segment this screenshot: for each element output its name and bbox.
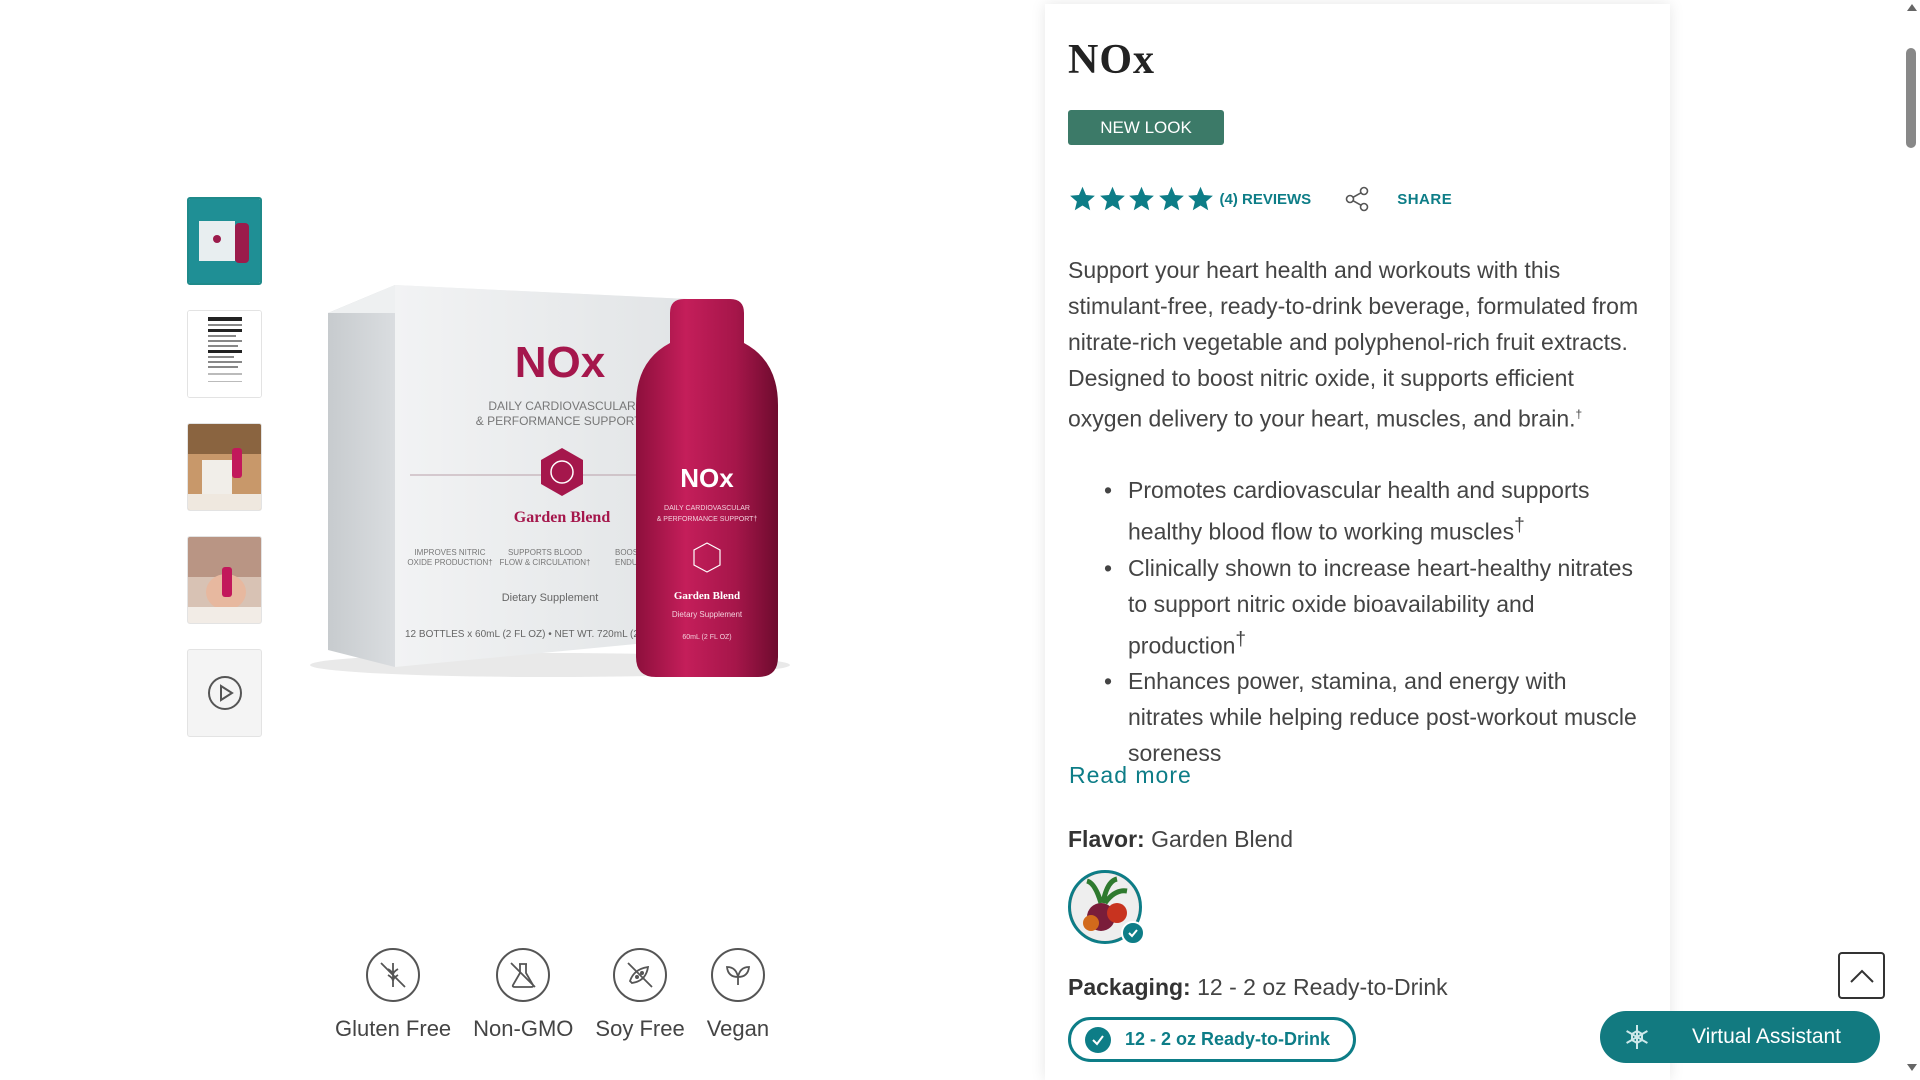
scroll-to-top-button[interactable] [1838,952,1885,999]
thumbnail-product-box[interactable] [187,197,262,285]
star-icon [1158,186,1184,211]
packaging-row: Packaging: 12 - 2 oz Ready-to-Drink [1068,974,1448,1001]
star-icon [1070,186,1095,211]
benefit-text: Enhances power, stamina, and energy with… [1128,668,1637,767]
badge-label: Non-GMO [473,1016,574,1041]
play-icon [207,676,242,710]
thumbnail-lifestyle-1[interactable] [187,423,262,511]
badge-gluten-free: Gluten Free [335,948,451,1042]
bottle-subtitle-1: DAILY CARDIOVASCULAR [664,505,750,512]
chevron-up-icon [1849,969,1874,983]
bottle-volume: 60mL (2 FL OZ) [682,634,731,641]
benefit-item: Clinically shown to increase heart-healt… [1068,550,1648,664]
dagger: † [1235,628,1247,650]
flavor-label: Flavor: [1068,826,1145,852]
gluten-free-icon [366,948,421,1002]
page-scrollbar[interactable] [1902,0,1920,1080]
box-subtitle-2: & PERFORMANCE SUPPORT† [476,414,648,428]
check-icon [1085,1026,1111,1053]
packaging-option-button[interactable]: 12 - 2 oz Ready-to-Drink [1068,1017,1356,1062]
thumbnail-video[interactable] [187,649,262,737]
star-icon [1129,186,1154,211]
box-claim-1a: IMPROVES NITRIC [414,548,485,557]
reviews-link[interactable]: (4) REVIEWS [1220,191,1312,208]
box-side [328,285,395,667]
box-brand: NOx [515,338,606,387]
product-box-thumb-image [189,199,260,283]
badge-non-gmo: Non-GMO [473,948,573,1042]
box-claim-2b: FLOW & CIRCULATION† [500,558,591,567]
thumbnail-list [187,197,262,762]
benefit-list: Promotes cardiovascular health and suppo… [1068,472,1648,771]
star-icon [1188,186,1213,211]
lifestyle-thumb-1-image [188,424,261,510]
read-more-link[interactable]: Read more [1069,762,1192,789]
new-look-badge: NEW LOOK [1068,110,1224,145]
box-claim-2a: SUPPORTS BLOOD [508,548,582,557]
star-rating[interactable] [1068,185,1216,213]
badge-label: Gluten Free [335,1016,452,1041]
benefit-item: Promotes cardiovascular health and suppo… [1068,472,1648,550]
product-main-image: NOx DAILY CARDIOVASCULAR & PERFORMANCE S… [310,285,790,677]
bottle-supplement: Dietary Supplement [672,610,743,619]
dagger: † [1514,515,1525,536]
dietary-badges: Gluten Free Non-GMO Soy Free Vegan [335,948,791,1042]
soy-free-icon [613,948,668,1002]
vegan-icon [710,948,765,1002]
scrollbar-thumb[interactable] [1906,48,1916,148]
box-claim-1b: OXIDE PRODUCTION† [407,558,492,567]
rating-row: (4) REVIEWS SHARE [1068,184,1452,214]
badge-soy-free: Soy Free [595,948,685,1042]
star-icon [1099,186,1125,211]
assistant-snowflake-icon [1626,1025,1648,1049]
benefit-text: Clinically shown to increase heart-healt… [1128,554,1633,659]
badge-vegan: Vegan [707,948,769,1042]
box-supplement: Dietary Supplement [502,592,599,604]
box-subtitle-1: DAILY CARDIOVASCULAR [488,399,636,413]
bottle-brand: NOx [680,463,734,493]
product-title: NOx [1068,37,1155,83]
share-link[interactable]: SHARE [1397,191,1452,208]
thumbnail-lifestyle-2[interactable] [187,536,262,624]
product-description: Support your heart health and workouts w… [1068,252,1648,437]
badge-label: Vegan [706,1016,770,1041]
virtual-assistant-label: Virtual Assistant [1692,1025,1842,1048]
badge-label: Soy Free [595,1016,685,1041]
flavor-value: Garden Blend [1151,826,1294,852]
thumbnail-nutrition-facts[interactable] [187,310,262,398]
non-gmo-icon [496,948,551,1002]
dagger: † [1575,407,1583,421]
description-text: Support your heart health and workouts w… [1068,257,1639,432]
packaging-option-label: 12 - 2 oz Ready-to-Drink [1125,1029,1331,1049]
nutrition-facts-thumb-image [188,311,261,397]
bottle-flavor: Garden Blend [674,590,740,602]
scroll-up-arrow-icon[interactable] [1907,4,1917,11]
product-details-panel: NOx NEW LOOK (4) REVIEWS SHARE Support y… [1045,4,1670,1080]
benefit-item: Enhances power, stamina, and energy with… [1068,663,1648,771]
scroll-down-arrow-icon[interactable] [1907,1064,1917,1071]
lifestyle-thumb-2-image [188,537,261,623]
selected-check-icon [1121,921,1145,945]
share-icon[interactable] [1343,185,1371,213]
bottle-subtitle-2: & PERFORMANCE SUPPORT† [657,516,758,523]
virtual-assistant-button[interactable]: Virtual Assistant [1600,1011,1880,1063]
flavor-row: Flavor: Garden Blend [1068,826,1293,853]
box-net-weight: 12 BOTTLES x 60mL (2 FL OZ) • NET WT. 72… [405,629,645,640]
packaging-value: 12 - 2 oz Ready-to-Drink [1197,974,1448,1000]
box-flavor: Garden Blend [514,509,611,526]
packaging-label: Packaging: [1068,974,1191,1000]
